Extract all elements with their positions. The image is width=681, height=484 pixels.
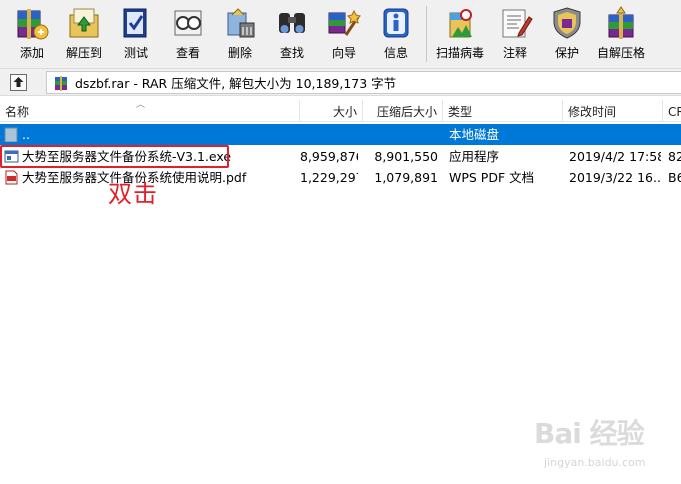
column-crc[interactable]: CR [663,100,681,122]
column-type[interactable]: 类型 [443,100,563,122]
extract-to-icon [65,4,103,42]
watermark-brand: Bai 经验 [534,417,645,450]
file-modified: 2019/4/2 17:58 [569,149,661,164]
comment-label: 注释 [502,46,527,60]
sfx-label: 自解压格 [596,46,645,60]
info-label: 信息 [383,46,408,60]
table-row-parent-folder[interactable]: .. 本地磁盘 [0,124,681,145]
address-field[interactable]: dszbf.rar - RAR 压缩文件, 解包大小为 10,189,173 字… [46,71,681,94]
comment-icon [496,4,534,42]
extract-to-label: 解压到 [65,46,102,60]
test-icon [117,4,155,42]
wizard-icon [325,4,363,42]
delete-icon [221,4,259,42]
sfx-icon [602,4,640,42]
pdf-file-icon [5,170,18,185]
file-size: 8,959,876 [300,149,358,164]
wizard-button[interactable]: 向导 [318,0,370,66]
comment-button[interactable]: 注释 [489,0,541,66]
toolbar: 添加 解压到 测试 查看 删除 查找 向导 信息 扫描病毒 注释 保护 自解压格 [0,0,681,68]
sfx-button[interactable]: 自解压格 [593,0,649,66]
virus-scan-icon [441,4,479,42]
protect-label: 保护 [554,46,579,60]
test-label: 测试 [123,46,148,60]
file-list-header: ︿ 名称 大小 压缩后大小 类型 修改时间 CR [0,100,681,122]
protect-icon [548,4,586,42]
test-button[interactable]: 测试 [110,0,162,66]
delete-button[interactable]: 删除 [214,0,266,66]
highlight-box [0,145,229,168]
table-row-pdf[interactable]: 大势至服务器文件备份系统使用说明.pdf 1,229,297 1,079,891… [0,167,681,188]
column-modified[interactable]: 修改时间 [563,100,663,122]
info-button[interactable]: 信息 [370,0,422,66]
info-icon [377,4,415,42]
file-packed-size [363,124,438,145]
file-name: .. [22,127,30,142]
watermark-site: jingyan.baidu.com [544,456,646,469]
folder-up-icon [4,127,18,142]
address-bar: dszbf.rar - RAR 压缩文件, 解包大小为 10,189,173 字… [0,68,681,96]
file-modified: 2019/3/22 16... [569,170,661,185]
virus-scan-button[interactable]: 扫描病毒 [431,0,489,66]
find-icon [273,4,311,42]
wizard-label: 向导 [331,46,356,60]
file-crc: B6 [668,170,681,185]
address-text: dszbf.rar - RAR 压缩文件, 解包大小为 10,189,173 字… [75,76,397,91]
file-packed-size: 1,079,891 [374,170,438,185]
file-type: WPS PDF 文档 [449,170,535,185]
view-label: 查看 [175,46,200,60]
delete-label: 删除 [227,46,252,60]
extract-to-button[interactable]: 解压到 [58,0,110,66]
column-name[interactable]: 名称 [0,100,300,122]
watermark: Bai 经验 jingyan.baidu.com [530,408,680,484]
file-size: 1,229,297 [300,170,358,185]
file-type: 本地磁盘 [449,127,500,142]
find-button[interactable]: 查找 [266,0,318,66]
annotation-double-click: 双击 [108,180,158,208]
toolbar-separator [426,6,427,62]
add-button[interactable]: 添加 [6,0,58,66]
file-name: 大势至服务器文件备份系统使用说明.pdf [22,170,247,185]
up-folder-button[interactable] [10,74,27,91]
file-crc [668,124,681,145]
rar-archive-icon [55,75,67,91]
protect-button[interactable]: 保护 [541,0,593,66]
column-packed-size[interactable]: 压缩后大小 [363,100,443,122]
find-label: 查找 [279,46,304,60]
file-modified [569,124,661,145]
column-size[interactable]: 大小 [300,100,363,122]
virus-scan-label: 扫描病毒 [435,46,484,60]
view-icon [169,4,207,42]
file-size [300,124,358,145]
view-button[interactable]: 查看 [162,0,214,66]
add-label: 添加 [19,46,44,60]
file-crc: 82 [668,149,681,164]
file-packed-size: 8,901,550 [374,149,438,164]
add-archive-icon [13,4,51,42]
up-arrow-icon [13,77,24,87]
file-type: 应用程序 [449,149,500,164]
